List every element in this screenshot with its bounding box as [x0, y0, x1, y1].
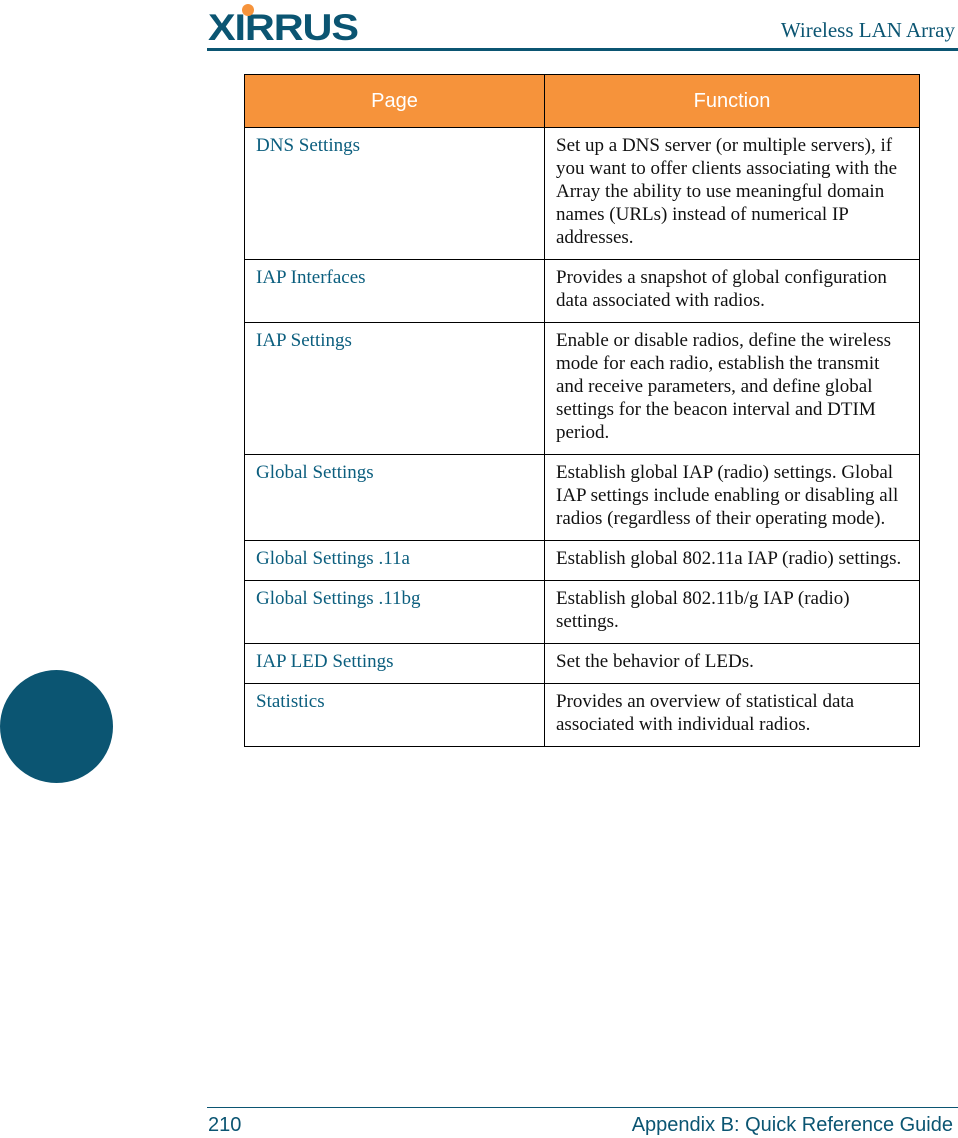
chapter-tab-marker	[0, 670, 113, 783]
table-row: Statistics Provides an overview of stati…	[244, 683, 920, 747]
table-row: IAP Interfaces Provides a snapshot of gl…	[244, 259, 920, 323]
table-row: Global Settings .11bg Establish global 8…	[244, 580, 920, 644]
page-link[interactable]: DNS Settings	[244, 127, 545, 260]
page-link[interactable]: IAP Settings	[244, 322, 545, 455]
function-description: Set up a DNS server (or multiple servers…	[544, 127, 920, 260]
xirrus-logo: XIRRUS	[208, 4, 368, 48]
section-title: Appendix B: Quick Reference Guide	[631, 1114, 953, 1136]
table-header-row: Page Function	[244, 74, 920, 128]
page-link[interactable]: IAP Interfaces	[244, 259, 545, 323]
document-title: Wireless LAN Array	[780, 18, 955, 42]
logo-dot-icon	[242, 4, 254, 16]
function-description: Provides an overview of statistical data…	[544, 683, 920, 747]
table-row: IAP Settings Enable or disable radios, d…	[244, 322, 920, 455]
logo-wordmark: XIRRUS	[208, 7, 359, 48]
function-description: Enable or disable radios, define the wir…	[544, 322, 920, 455]
function-description: Establish global 802.11a IAP (radio) set…	[544, 540, 920, 581]
table-row: Global Settings Establish global IAP (ra…	[244, 454, 920, 541]
page-number: 210	[208, 1114, 242, 1136]
column-header-page: Page	[244, 74, 545, 128]
table-row: IAP LED Settings Set the behavior of LED…	[244, 643, 920, 684]
page-link[interactable]: Global Settings .11a	[244, 540, 545, 581]
page-link[interactable]: Statistics	[244, 683, 545, 747]
quick-reference-table: Page Function DNS Settings Set up a DNS …	[244, 74, 920, 747]
footer-divider	[207, 1107, 958, 1108]
page-link[interactable]: Global Settings	[244, 454, 545, 541]
header-divider	[207, 48, 958, 51]
column-header-function: Function	[544, 74, 920, 128]
table-row: Global Settings .11a Establish global 80…	[244, 540, 920, 581]
function-description: Provides a snapshot of global configurat…	[544, 259, 920, 323]
page-link[interactable]: Global Settings .11bg	[244, 580, 545, 644]
table-row: DNS Settings Set up a DNS server (or mul…	[244, 127, 920, 260]
function-description: Set the behavior of LEDs.	[544, 643, 920, 684]
function-description: Establish global 802.11b/g IAP (radio) s…	[544, 580, 920, 644]
page-link[interactable]: IAP LED Settings	[244, 643, 545, 684]
function-description: Establish global IAP (radio) settings. G…	[544, 454, 920, 541]
